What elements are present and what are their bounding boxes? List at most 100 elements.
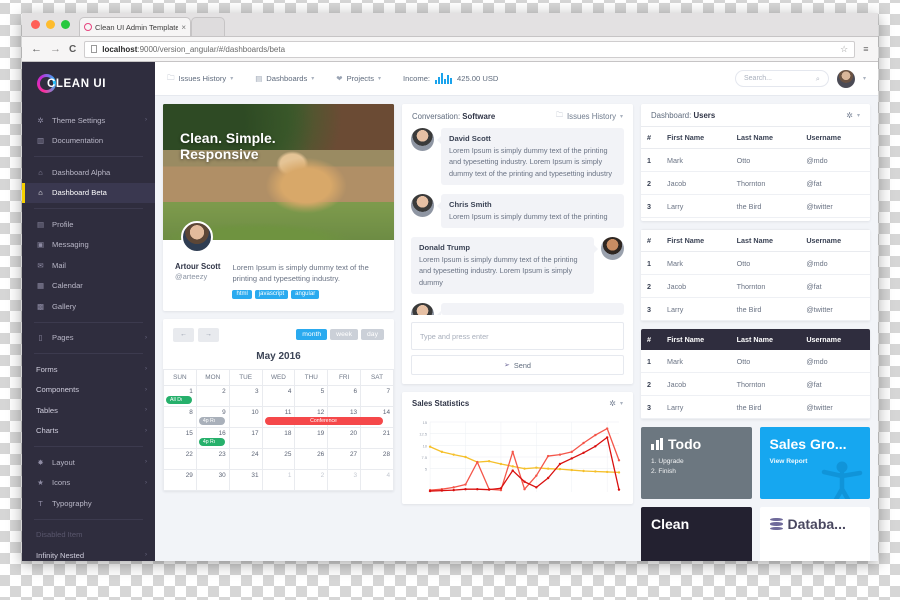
table-row[interactable]: 2 Jacob Thornton @fat <box>641 171 870 195</box>
calendar-day-cell[interactable]: 3 <box>327 468 362 491</box>
calendar-day-cell[interactable]: 4 <box>261 384 296 407</box>
close-window-button[interactable] <box>31 20 40 29</box>
table-row[interactable]: 2 Jacob Thornton @fat <box>641 274 870 298</box>
gear-icon[interactable]: ✲ <box>846 111 853 120</box>
tag-javascript[interactable]: javascript <box>254 289 289 299</box>
window-controls[interactable] <box>31 20 70 29</box>
sidebar-item-calendar[interactable]: ▦ Calendar <box>22 276 155 297</box>
sidebar-item-infinity-nested[interactable]: Infinity Nested › <box>22 545 155 561</box>
chevron-down-icon[interactable]: ▾ <box>863 75 866 82</box>
calendar-day-cell[interactable]: 25 <box>261 447 296 470</box>
back-icon[interactable]: ← <box>31 43 42 55</box>
calendar-view-day[interactable]: day <box>361 329 384 340</box>
calendar-day-cell[interactable]: 2 <box>294 468 329 491</box>
calendar-day-cell[interactable]: 27 <box>327 447 362 470</box>
sidebar-item-mail[interactable]: ✉ Mail <box>22 255 155 276</box>
calendar-day-cell[interactable]: 1 All Dı <box>163 384 197 407</box>
new-tab-button[interactable] <box>191 17 225 36</box>
calendar-day-cell[interactable]: 1 <box>261 468 296 491</box>
calendar-day-cell[interactable]: 10 <box>228 405 263 428</box>
tile-clean[interactable]: Clean <box>641 507 752 561</box>
address-bar[interactable]: localhost:9000/version_angular/#/dashboa… <box>84 40 856 58</box>
calendar-event-4p-1[interactable]: 4p Rı <box>198 416 225 425</box>
sidebar-item-dashboard-beta[interactable]: ⌂ Dashboard Beta <box>22 182 155 203</box>
topbar-item-projects[interactable]: ❤ Projects ▾ <box>336 74 381 83</box>
calendar-view-month[interactable]: month <box>296 329 328 340</box>
calendar-day-cell[interactable]: 26 <box>294 447 329 470</box>
maximize-window-button[interactable] <box>61 20 70 29</box>
bookmark-star-icon[interactable]: ☆ <box>840 44 848 55</box>
sidebar-item-charts[interactable]: Charts › <box>22 421 155 442</box>
calendar-day-cell[interactable]: 5 <box>294 384 329 407</box>
tile-todo[interactable]: Todo 1. Upgrade 2. Finish <box>641 427 752 499</box>
sidebar-item-messaging[interactable]: ▣ Messaging <box>22 235 155 256</box>
sidebar-item-theme-settings[interactable]: ✲ Theme Settings › <box>22 110 155 131</box>
calendar-day-cell[interactable]: 8 <box>163 405 197 428</box>
calendar-next-button[interactable]: → <box>198 327 219 342</box>
table-row[interactable]: 4DavidHayler@main <box>641 217 870 221</box>
calendar-day-cell[interactable]: 11 Conference <box>261 405 383 428</box>
calendar-day-cell[interactable]: 20 <box>327 426 362 449</box>
calendar-event-4p-2[interactable]: 4p Rı <box>198 437 225 446</box>
topbar-item-dashboards[interactable]: ▤ Dashboards ▾ <box>255 74 314 83</box>
calendar-day-cell[interactable]: 13 <box>327 405 362 428</box>
table-row[interactable]: 3 Larry the Bird @twitter <box>641 297 870 321</box>
sidebar-item-forms[interactable]: Forms › <box>22 359 155 380</box>
calendar-day-cell[interactable]: 19 <box>294 426 329 449</box>
sidebar-item-profile[interactable]: ▤ Profile <box>22 214 155 235</box>
avatar[interactable] <box>411 303 434 316</box>
calendar-prev-button[interactable]: ← <box>173 327 194 342</box>
avatar[interactable] <box>411 193 434 217</box>
browser-tab[interactable]: Clean UI Admin Template × <box>79 17 191 36</box>
calendar-day-cell[interactable]: 15 <box>163 426 197 449</box>
calendar-day-cell[interactable]: 4 <box>360 468 394 491</box>
chevron-down-icon[interactable]: ▾ <box>620 400 623 407</box>
calendar-day-cell[interactable]: 24 <box>228 447 263 470</box>
sidebar-item-documentation[interactable]: ▥ Documentation <box>22 131 155 152</box>
calendar-day-cell[interactable]: 29 <box>163 468 197 491</box>
table-row[interactable]: 2 Jacob Thornton @fat <box>641 372 870 396</box>
calendar-day-cell[interactable]: 9 4p Rı <box>195 405 230 428</box>
table-row[interactable]: 3 Larry the Bird @twitter <box>641 194 870 218</box>
tag-angular[interactable]: angular <box>291 289 320 299</box>
calendar-day-cell[interactable]: 12 <box>294 405 329 428</box>
sidebar-item-layout[interactable]: ✸ Layout › <box>22 452 155 473</box>
tag-html[interactable]: html <box>232 289 252 299</box>
avatar[interactable] <box>601 237 624 261</box>
table-row[interactable]: 3 Larry the Bird @twitter <box>641 395 870 419</box>
search-input[interactable]: Search... ⌕ <box>734 70 829 87</box>
app-logo[interactable]: CLEAN UI <box>22 62 155 105</box>
calendar-day-cell[interactable]: 23 <box>195 447 230 470</box>
table-row[interactable]: 1 Mark Otto @mdo <box>641 251 870 275</box>
calendar-day-cell[interactable]: 6 <box>327 384 362 407</box>
sidebar-item-typography[interactable]: T Typography <box>22 493 155 514</box>
minimize-window-button[interactable] <box>46 20 55 29</box>
calendar-day-cell[interactable]: 30 <box>195 468 230 491</box>
calendar-day-cell[interactable]: 28 <box>360 447 394 470</box>
calendar-event-all-day[interactable]: All Dı <box>166 395 192 404</box>
calendar-day-cell[interactable]: 21 <box>360 426 394 449</box>
chevron-down-icon[interactable]: ▾ <box>857 112 860 119</box>
tile-database[interactable]: Databa... <box>759 507 870 561</box>
calendar-day-cell[interactable]: 22 <box>163 447 197 470</box>
sidebar-item-tables[interactable]: Tables › <box>22 400 155 421</box>
table-row[interactable]: 1 Mark Otto @mdo <box>641 148 870 172</box>
forward-icon[interactable]: → <box>50 43 61 55</box>
sidebar-item-icons[interactable]: ★ Icons › <box>22 473 155 494</box>
conversation-action[interactable]: 🗀 Issues History ▾ <box>556 111 623 122</box>
browser-menu-icon[interactable]: ≡ <box>863 44 869 54</box>
message-input[interactable]: Type and press enter <box>411 322 624 351</box>
sidebar-item-pages[interactable]: ▯ Pages › <box>22 328 155 349</box>
calendar-day-cell[interactable]: 3 <box>228 384 263 407</box>
reload-icon[interactable]: C <box>69 44 76 55</box>
tile-sales-growth[interactable]: Sales Gro... View Report <box>759 427 870 499</box>
calendar-day-cell[interactable]: 7 <box>360 384 394 407</box>
table-row[interactable]: 1 Mark Otto @mdo <box>641 350 870 373</box>
calendar-day-cell[interactable]: 14 <box>360 405 394 428</box>
calendar-day-cell[interactable]: 2 <box>195 384 230 407</box>
calendar-day-cell[interactable]: 31 <box>228 468 263 491</box>
topbar-item-issues-history[interactable]: 🗀 Issues History ▾ <box>167 72 233 85</box>
sidebar-item-dashboard-alpha[interactable]: ⌂ Dashboard Alpha <box>22 162 155 183</box>
sidebar-item-components[interactable]: Components › <box>22 380 155 401</box>
search-icon[interactable]: ⌕ <box>816 74 820 84</box>
